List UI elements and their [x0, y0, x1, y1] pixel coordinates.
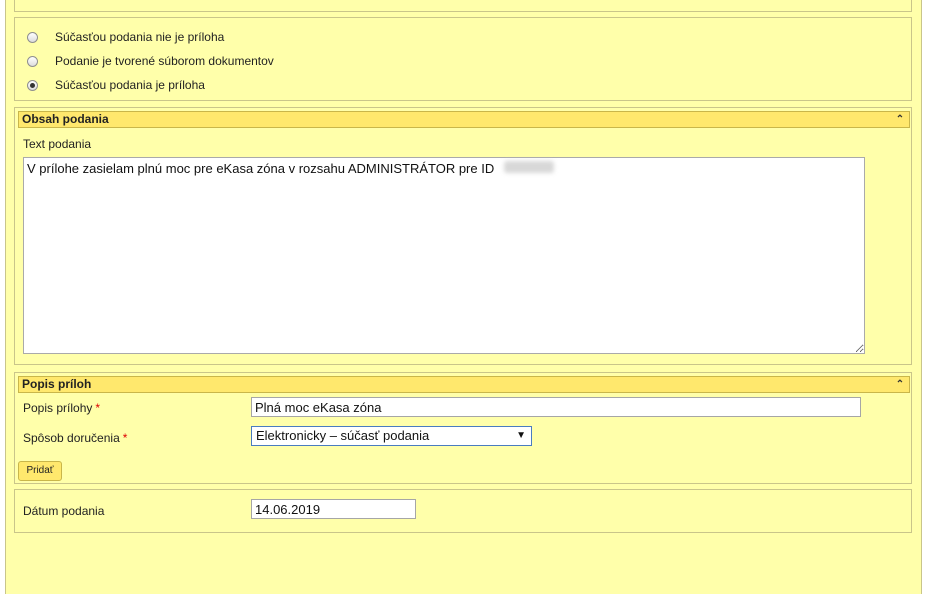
- popis-prilohy-label: Popis prílohy *: [23, 401, 100, 415]
- radio-option-with-attachment[interactable]: Súčasťou podania je príloha: [27, 76, 205, 94]
- required-mark: *: [122, 431, 128, 445]
- datum-podania-input[interactable]: [251, 499, 416, 519]
- chevron-up-icon[interactable]: ⌃: [894, 112, 906, 127]
- text-podania-label: Text podania: [23, 137, 92, 151]
- radio-button[interactable]: [27, 31, 38, 43]
- attachment-options-panel: Súčasťou podania nie je príloha Podanie …: [14, 17, 912, 101]
- section-title: Popis príloh: [22, 377, 92, 391]
- dropdown-arrow-icon: ▼: [516, 430, 526, 441]
- datum-podania-label: Dátum podania: [23, 504, 105, 518]
- radio-label: Súčasťou podania nie je príloha: [55, 30, 225, 44]
- popis-prilohy-input[interactable]: [251, 397, 861, 417]
- redacted-id: [504, 161, 554, 173]
- top-panel: [14, 0, 912, 12]
- datum-podania-panel: Dátum podania: [14, 489, 912, 533]
- radio-button[interactable]: [27, 55, 38, 67]
- chevron-up-icon[interactable]: ⌃: [894, 377, 906, 392]
- required-mark: *: [95, 401, 101, 415]
- radio-button-checked[interactable]: [27, 79, 38, 91]
- radio-label: Podanie je tvorené súborom dokumentov: [55, 54, 274, 68]
- sposob-dorucenia-label: Spôsob doručenia *: [23, 431, 127, 445]
- radio-option-document-set[interactable]: Podanie je tvorené súborom dokumentov: [27, 52, 274, 70]
- section-title: Obsah podania: [22, 112, 109, 126]
- popis-priloh-panel: Popis príloh ⌃ Popis prílohy* Spôsob dor…: [14, 372, 912, 484]
- select-value: Elektronicky – súčasť podania: [256, 428, 430, 443]
- obsah-podania-panel: Obsah podania ⌃ Text podania V prílohe z…: [14, 107, 912, 365]
- label-text: Popis prílohy: [23, 401, 93, 415]
- radio-option-no-attachment[interactable]: Súčasťou podania nie je príloha: [27, 28, 224, 46]
- label-text: Spôsob doručenia: [23, 431, 120, 445]
- sposob-dorucenia-select[interactable]: Elektronicky – súčasť podania ▼: [251, 426, 532, 446]
- add-attachment-button[interactable]: Pridať: [18, 461, 62, 481]
- form-page: Súčasťou podania nie je príloha Podanie …: [5, 0, 922, 594]
- section-header-obsah[interactable]: Obsah podania ⌃: [18, 111, 910, 128]
- section-header-popis[interactable]: Popis príloh ⌃: [18, 376, 910, 393]
- text-podania-textarea[interactable]: V prílohe zasielam plnú moc pre eKasa zó…: [23, 157, 865, 354]
- radio-label: Súčasťou podania je príloha: [55, 78, 205, 92]
